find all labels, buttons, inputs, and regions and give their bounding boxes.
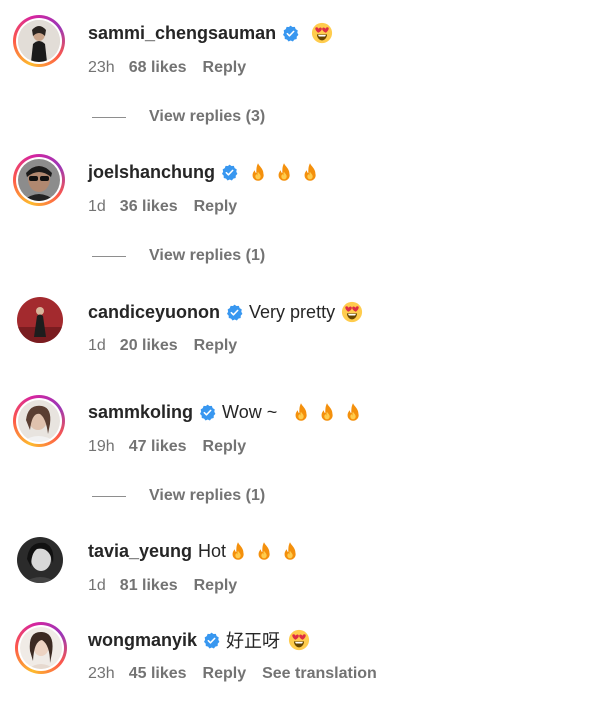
- view-replies-label: View replies (1): [149, 487, 266, 504]
- comment-meta: 19h 47 likes Reply: [88, 436, 262, 458]
- username[interactable]: candiceyuonon: [88, 302, 220, 323]
- fire-icon: [300, 162, 320, 182]
- likes-count[interactable]: 81 likes: [120, 577, 178, 595]
- username[interactable]: sammkoling: [88, 402, 193, 423]
- verified-badge-icon: [221, 164, 238, 181]
- comment-time[interactable]: 1d: [88, 577, 106, 595]
- likes-count[interactable]: 47 likes: [129, 438, 187, 456]
- comment-meta: 1d 20 likes Reply: [88, 335, 253, 357]
- fire-icon: [291, 402, 311, 422]
- view-replies-button[interactable]: View replies (1): [92, 245, 265, 267]
- likes-count[interactable]: 20 likes: [120, 337, 178, 355]
- avatar[interactable]: [15, 622, 67, 674]
- comment-item: tavia_yeung Hot 1d 81 likes Reply: [0, 520, 597, 610]
- divider: [92, 116, 126, 118]
- fire-icon: [248, 162, 268, 182]
- divider: [92, 495, 126, 497]
- comment-meta: 23h 45 likes Reply See translation: [88, 663, 393, 685]
- verified-badge-icon: [199, 404, 216, 421]
- comment-text: Very pretty: [249, 301, 336, 322]
- heart-eyes-icon: [341, 301, 363, 323]
- avatar[interactable]: [17, 537, 63, 583]
- avatar[interactable]: [13, 154, 65, 206]
- comment-item: sammi_chengsauman 23h 68 likes Reply Vie…: [0, 0, 597, 140]
- comment-meta: 1d 36 likes Reply: [88, 196, 253, 218]
- likes-count[interactable]: 68 likes: [129, 59, 187, 77]
- comment-text: Hot: [198, 540, 227, 561]
- fire-icon: [317, 402, 337, 422]
- reply-button[interactable]: Reply: [194, 337, 238, 355]
- likes-count[interactable]: 45 likes: [129, 665, 187, 683]
- comment-time[interactable]: 23h: [88, 665, 115, 683]
- username[interactable]: tavia_yeung: [88, 541, 192, 562]
- username[interactable]: sammi_chengsauman: [88, 23, 276, 44]
- comment-item: sammkoling Wow ~ 19h 47 likes Reply View…: [0, 380, 597, 520]
- comment-time[interactable]: 1d: [88, 198, 106, 216]
- avatar[interactable]: [13, 15, 65, 67]
- comment-time[interactable]: 23h: [88, 59, 115, 77]
- reply-button[interactable]: Reply: [194, 577, 238, 595]
- comment-header: sammkoling Wow ~: [88, 398, 363, 426]
- see-translation-button[interactable]: See translation: [262, 665, 377, 683]
- verified-badge-icon: [203, 632, 220, 649]
- view-replies-button[interactable]: View replies (1): [92, 485, 265, 507]
- view-replies-button[interactable]: View replies (3): [92, 106, 265, 128]
- reply-button[interactable]: Reply: [203, 438, 247, 456]
- reply-button[interactable]: Reply: [203, 665, 247, 683]
- comment-item: joelshanchung 1d 36 likes Reply View rep…: [0, 140, 597, 280]
- comment-meta: 23h 68 likes Reply: [88, 57, 262, 79]
- verified-badge-icon: [226, 304, 243, 321]
- verified-badge-icon: [282, 25, 299, 42]
- comment-header: tavia_yeung Hot: [88, 537, 300, 565]
- comment-header: joelshanchung: [88, 158, 320, 186]
- fire-icon: [254, 541, 274, 561]
- comment-header: sammi_chengsauman: [88, 19, 333, 47]
- fire-icon: [280, 541, 300, 561]
- comment-header: candiceyuonon Very pretty: [88, 298, 363, 326]
- divider: [92, 255, 126, 257]
- comment-text: 好正呀: [226, 631, 281, 652]
- comment-item: candiceyuonon Very pretty 1d 20 likes Re…: [0, 280, 597, 380]
- comment-time[interactable]: 19h: [88, 438, 115, 456]
- reply-button[interactable]: Reply: [203, 59, 247, 77]
- fire-icon: [274, 162, 294, 182]
- comment-text: Wow ~: [222, 401, 278, 422]
- avatar[interactable]: [13, 395, 65, 447]
- username[interactable]: joelshanchung: [88, 162, 215, 183]
- reply-button[interactable]: Reply: [194, 198, 238, 216]
- comment-time[interactable]: 1d: [88, 337, 106, 355]
- view-replies-label: View replies (1): [149, 247, 266, 264]
- avatar[interactable]: [17, 297, 63, 343]
- view-replies-label: View replies (3): [149, 108, 266, 125]
- heart-eyes-icon: [288, 629, 310, 651]
- fire-icon: [228, 541, 248, 561]
- likes-count[interactable]: 36 likes: [120, 198, 178, 216]
- comment-meta: 1d 81 likes Reply: [88, 575, 253, 597]
- comment-header: wongmanyik 好正呀: [88, 626, 310, 654]
- fire-icon: [343, 402, 363, 422]
- comment-item: wongmanyik 好正呀 23h 45 likes Reply See tr…: [0, 610, 597, 703]
- heart-eyes-icon: [311, 22, 333, 44]
- username[interactable]: wongmanyik: [88, 630, 197, 651]
